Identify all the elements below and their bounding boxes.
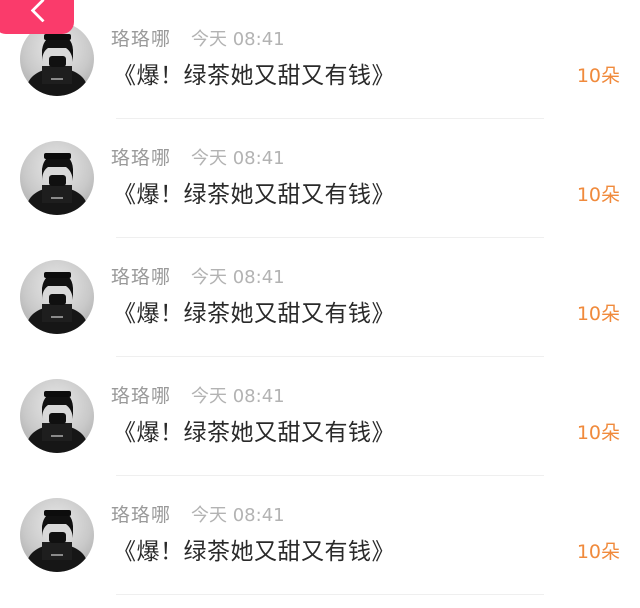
avatar[interactable]: [20, 260, 94, 334]
book-title[interactable]: 《爆！绿茶她又甜又有钱》: [113, 56, 395, 90]
gift-count: 10朵: [576, 541, 620, 563]
post-time: 今天 08:41: [191, 29, 285, 50]
author-name: 珞珞哪: [111, 147, 172, 169]
author-name: 珞珞哪: [111, 28, 172, 50]
list-item[interactable]: 珞珞哪 今天 08:41 《爆！绿茶她又甜又有钱》 10朵: [0, 476, 640, 595]
book-title[interactable]: 《爆！绿茶她又甜又有钱》: [113, 294, 395, 328]
list-item[interactable]: 珞珞哪 今天 08:41 《爆！绿茶她又甜又有钱》 10朵: [0, 357, 640, 476]
gift-count: 10朵: [576, 422, 620, 444]
gift-count: 10朵: [576, 65, 620, 87]
book-title[interactable]: 《爆！绿茶她又甜又有钱》: [113, 175, 395, 209]
post-time: 今天 08:41: [191, 386, 285, 407]
list-item[interactable]: 珞珞哪 今天 08:41 《爆！绿茶她又甜又有钱》 10朵: [0, 119, 640, 238]
comment-list: 珞珞哪 今天 08:41 《爆！绿茶她又甜又有钱》 10朵 珞珞哪 今天 08:…: [0, 0, 640, 608]
list-item[interactable]: 珞珞哪 今天 08:41 《爆！绿茶她又甜又有钱》 10朵: [0, 0, 640, 119]
book-title[interactable]: 《爆！绿茶她又甜又有钱》: [113, 532, 395, 566]
back-button[interactable]: [0, 0, 74, 34]
divider: [116, 594, 544, 595]
avatar[interactable]: [20, 379, 94, 453]
gift-count: 10朵: [576, 184, 620, 206]
post-time: 今天 08:41: [191, 505, 285, 526]
author-name: 珞珞哪: [111, 266, 172, 288]
gift-count: 10朵: [576, 303, 620, 325]
author-name: 珞珞哪: [111, 504, 172, 526]
chevron-left-icon: [30, 0, 55, 23]
avatar[interactable]: [20, 141, 94, 215]
list-item[interactable]: 珞珞哪 今天 08:41 《爆！绿茶她又甜又有钱》 10朵: [0, 238, 640, 357]
post-time: 今天 08:41: [191, 267, 285, 288]
book-title[interactable]: 《爆！绿茶她又甜又有钱》: [113, 413, 395, 447]
post-time: 今天 08:41: [191, 148, 285, 169]
avatar[interactable]: [20, 498, 94, 572]
author-name: 珞珞哪: [111, 385, 172, 407]
